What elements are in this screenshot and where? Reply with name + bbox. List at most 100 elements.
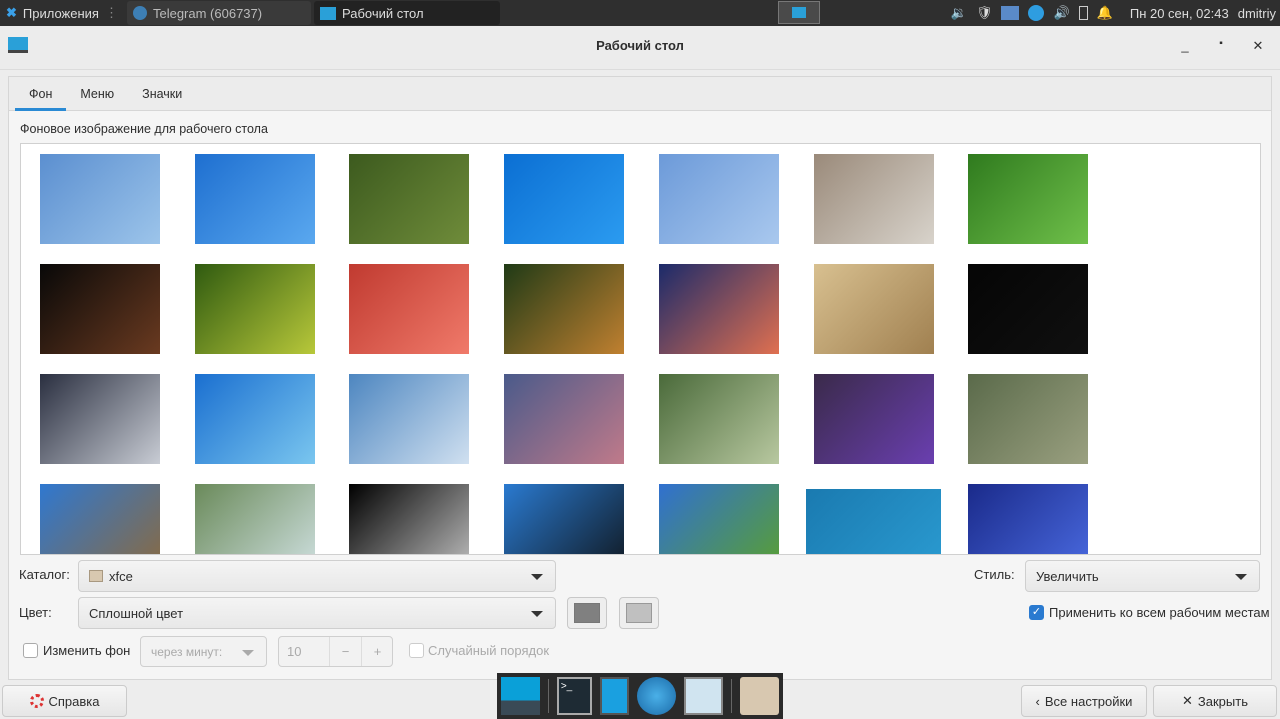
- interval-value: через минут:: [151, 644, 223, 659]
- wallpaper-thumbnail[interactable]: [806, 489, 941, 554]
- secondary-color-button[interactable]: [619, 597, 659, 629]
- chevron-down-icon: [531, 574, 543, 580]
- change-background-label: Изменить фон: [43, 643, 131, 658]
- terminal-icon[interactable]: >_: [556, 677, 593, 715]
- apply-all-label: Применить ко всем рабочим местам: [1049, 605, 1270, 620]
- wallpaper-thumbnail[interactable]: [349, 374, 470, 464]
- user-name[interactable]: dmitriy: [1238, 6, 1276, 21]
- chevron-down-icon: [531, 611, 543, 617]
- wallpaper-thumbnail[interactable]: [349, 154, 470, 244]
- wallpaper-thumbnail[interactable]: [504, 154, 625, 244]
- wallpaper-thumbnail[interactable]: [658, 264, 779, 354]
- window-title: Рабочий стол: [596, 38, 684, 53]
- dock: >_: [497, 673, 783, 719]
- wallpaper-thumbnail[interactable]: [40, 154, 160, 244]
- wallpaper-thumbnail[interactable]: [968, 154, 1089, 244]
- close-window-button[interactable]: ✕: [1248, 38, 1268, 58]
- all-settings-button[interactable]: ‹ Все настройки: [1021, 685, 1147, 717]
- random-order-label: Случайный порядок: [428, 643, 550, 658]
- checkbox[interactable]: [409, 643, 424, 658]
- task-label: Рабочий стол: [341, 5, 424, 21]
- wallpaper-thumbnail[interactable]: [968, 264, 1089, 354]
- color-mode-combo[interactable]: Сплошной цвет: [78, 597, 556, 629]
- wallpaper-thumbnail[interactable]: [194, 484, 315, 554]
- maximize-button[interactable]: ▪: [1211, 38, 1231, 58]
- workspace-switcher[interactable]: [778, 1, 820, 24]
- primary-color-button[interactable]: [567, 597, 607, 629]
- lifebuoy-icon: [29, 694, 44, 708]
- wallpaper-thumbnail[interactable]: [658, 154, 779, 244]
- help-button[interactable]: Справка: [2, 685, 127, 717]
- tab-icons[interactable]: Значки: [128, 77, 196, 111]
- tab-menus[interactable]: Меню: [66, 77, 128, 111]
- wallpaper-thumbnail[interactable]: [194, 374, 315, 464]
- wallpaper-grid[interactable]: [20, 143, 1261, 555]
- wallpaper-thumbnail[interactable]: [349, 264, 470, 354]
- minus-button[interactable]: −: [329, 637, 361, 666]
- chevron-down-icon: [242, 650, 254, 656]
- window-titlebar: Рабочий стол _ ▪ ✕: [0, 26, 1280, 70]
- style-value: Увеличить: [1036, 568, 1099, 584]
- style-label: Стиль:: [974, 567, 1015, 582]
- home-folder-icon[interactable]: [740, 677, 780, 715]
- tab-background[interactable]: Фон: [15, 77, 67, 111]
- applications-label: Приложения: [22, 5, 99, 21]
- top-panel: ✖ Приложения ⋮ Telegram (606737) Рабочий с…: [0, 0, 1280, 26]
- battery-icon[interactable]: [1078, 6, 1088, 20]
- minutes-spinner[interactable]: 10 − +: [278, 636, 393, 667]
- file-manager-icon[interactable]: [600, 677, 630, 715]
- wallpaper-thumbnail[interactable]: [504, 374, 625, 464]
- desktop-icon: [319, 6, 336, 20]
- wallpaper-thumbnail[interactable]: [813, 264, 934, 354]
- wallpaper-thumbnail[interactable]: [194, 264, 315, 354]
- wallpaper-thumbnail[interactable]: [813, 154, 934, 244]
- catalog-combo[interactable]: xfce: [78, 560, 556, 592]
- xfce-logo-icon: ✖: [6, 5, 17, 20]
- checkbox-checked[interactable]: ✓: [1029, 605, 1044, 620]
- color-label: Цвет:: [19, 605, 52, 620]
- clock[interactable]: Пн 20 сен, 02:43: [1130, 6, 1229, 21]
- apply-all-checkbox[interactable]: ✓ Применить ко всем рабочим местам: [1029, 605, 1270, 620]
- task-desktop-settings[interactable]: Рабочий стол: [313, 1, 500, 25]
- section-label: Фоновое изображение для рабочего стола: [20, 122, 268, 136]
- wallpaper-thumbnail[interactable]: [504, 264, 625, 354]
- wallpaper-thumbnail[interactable]: [40, 264, 160, 354]
- task-label: Telegram (606737): [152, 5, 263, 21]
- show-desktop-icon[interactable]: [501, 677, 540, 715]
- task-telegram[interactable]: Telegram (606737): [126, 1, 311, 25]
- wallpaper-thumbnail[interactable]: [968, 374, 1089, 464]
- style-combo[interactable]: Увеличить: [1025, 560, 1260, 592]
- minutes-value: 10: [287, 644, 302, 659]
- minimize-button[interactable]: _: [1175, 38, 1195, 58]
- wallpaper-thumbnail[interactable]: [658, 484, 779, 554]
- web-browser-icon[interactable]: [637, 677, 677, 715]
- wallpaper-thumbnail[interactable]: [40, 374, 160, 464]
- wallpaper-thumbnail[interactable]: [504, 484, 625, 554]
- wallpaper-thumbnail[interactable]: [194, 154, 315, 244]
- catalog-value: xfce: [109, 568, 133, 584]
- applications-menu[interactable]: ✖ Приложения ⋮: [0, 1, 124, 25]
- checkbox[interactable]: [23, 643, 38, 658]
- app-finder-icon[interactable]: [684, 677, 724, 715]
- plus-button[interactable]: +: [361, 637, 393, 666]
- telegram-tray-icon[interactable]: [1028, 5, 1045, 21]
- shield-icon[interactable]: 🛡: [976, 5, 993, 21]
- telegram-icon: [132, 6, 147, 20]
- interval-combo[interactable]: через минут:: [140, 636, 267, 667]
- close-icon: ✕: [1182, 693, 1193, 708]
- change-background-checkbox[interactable]: Изменить фон: [23, 643, 130, 658]
- wallpaper-thumbnail[interactable]: [40, 484, 160, 554]
- catalog-label: Каталог:: [19, 567, 70, 582]
- close-button[interactable]: ✕ Закрыть: [1153, 685, 1277, 717]
- wallpaper-thumbnail[interactable]: [349, 484, 470, 554]
- color-mode-value: Сплошной цвет: [89, 605, 184, 621]
- volume-icon[interactable]: 🔉: [951, 5, 967, 21]
- network-icon[interactable]: [1001, 6, 1020, 20]
- speaker-icon[interactable]: 🔊: [1053, 5, 1069, 21]
- wallpaper-thumbnail[interactable]: [813, 374, 934, 464]
- wallpaper-thumbnail[interactable]: [968, 484, 1089, 554]
- random-order-checkbox[interactable]: Случайный порядок: [409, 643, 549, 658]
- notifications-bell-icon[interactable]: 🔔: [1097, 5, 1113, 21]
- folder-icon: [89, 570, 103, 582]
- wallpaper-thumbnail[interactable]: [658, 374, 779, 464]
